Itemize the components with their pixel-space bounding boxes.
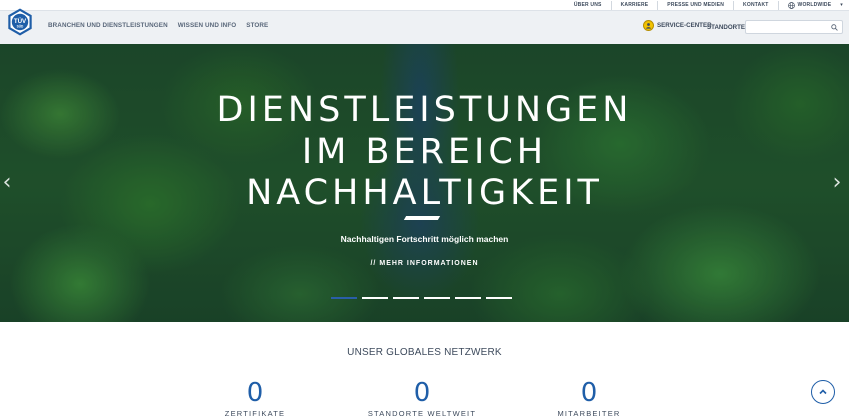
carousel-dot-4[interactable]: [424, 297, 450, 299]
arrow-up-icon: [819, 389, 827, 395]
service-center-link[interactable]: SERVICE-CENTER: [643, 20, 712, 31]
stat-label: STANDORTE WELTWEIT: [367, 409, 477, 418]
search-input[interactable]: [745, 20, 843, 34]
globe-icon: [787, 2, 795, 9]
stat-label: MITARBEITER: [557, 409, 621, 418]
network-section-title: UNSER GLOBALES NETZWERK: [347, 347, 502, 358]
service-center-label: SERVICE-CENTER: [657, 22, 712, 29]
search-icon[interactable]: [831, 24, 838, 31]
hero-carousel: DIENSTLEISTUNGEN IM BEREICH NACHHALTIGKE…: [0, 44, 849, 322]
carousel-dot-1[interactable]: [331, 297, 357, 299]
stat-mitarbeiter: 0 MITARBEITER: [519, 378, 659, 418]
site-header: ÜBER UNS KARRIERE PRESSE UND MEDIEN KONT…: [0, 0, 849, 44]
service-center-icon: [643, 20, 654, 31]
utility-bar: ÜBER UNS KARRIERE PRESSE UND MEDIEN KONT…: [0, 0, 849, 11]
worldwide-selector[interactable]: WORLDWIDE ▾: [777, 1, 849, 10]
nav-wissen[interactable]: WISSEN UND INFO: [178, 22, 237, 29]
carousel-dot-5[interactable]: [455, 297, 481, 299]
carousel-indicators: [331, 297, 512, 299]
stat-zertifikate: 0 ZERTIFIKATE: [185, 378, 325, 418]
logo-subtext: SÜD: [17, 24, 24, 29]
scroll-to-top-button[interactable]: [811, 380, 835, 404]
hero-title-line-3: NACHHALTIGKEIT: [246, 173, 603, 213]
hero-title: DIENSTLEISTUNGEN IM BEREICH NACHHALTIGKE…: [0, 90, 849, 215]
hero-content: DIENSTLEISTUNGEN IM BEREICH NACHHALTIGKE…: [0, 44, 849, 322]
top-link-kontakt[interactable]: KONTAKT: [733, 1, 777, 10]
utility-links: ÜBER UNS KARRIERE PRESSE UND MEDIEN KONT…: [565, 0, 849, 11]
hero-title-line-1: DIENSTLEISTUNGEN: [216, 90, 633, 130]
nav-branchen[interactable]: BRANCHEN UND DIENSTLEISTUNGEN: [48, 22, 168, 29]
hero-title-line-2: IM BEREICH: [301, 131, 548, 172]
top-link-karriere[interactable]: KARRIERE: [610, 1, 658, 10]
chevron-left-icon[interactable]: ‹: [0, 170, 14, 196]
stat-label: ZERTIFIKATE: [224, 409, 286, 418]
standorte-link[interactable]: STANDORTE: [707, 24, 745, 31]
cta-label: MEHR INFORMATIONEN: [379, 260, 479, 267]
top-link-ueber-uns[interactable]: ÜBER UNS: [565, 1, 611, 10]
chevron-down-icon: ▾: [840, 2, 843, 8]
hero-subtitle: Nachhaltigen Fortschritt möglich machen: [340, 234, 509, 244]
worldwide-label: WORLDWIDE: [797, 2, 832, 8]
stat-value: 0: [246, 378, 264, 408]
carousel-dot-3[interactable]: [393, 297, 419, 299]
tuv-logo[interactable]: TÜV SÜD: [6, 8, 34, 36]
stat-standorte: 0 STANDORTE WELTWEIT: [352, 378, 492, 418]
stat-value: 0: [413, 378, 431, 408]
stat-value: 0: [580, 378, 598, 408]
hero-divider: [403, 216, 441, 220]
cta-slash-icon: //: [370, 260, 377, 267]
carousel-dot-2[interactable]: [362, 297, 388, 299]
chevron-right-icon[interactable]: ›: [830, 170, 844, 196]
carousel-dot-6[interactable]: [486, 297, 512, 299]
main-navigation: BRANCHEN UND DIENSTLEISTUNGEN WISSEN UND…: [48, 22, 268, 29]
top-link-presse[interactable]: PRESSE UND MEDIEN: [657, 1, 733, 10]
hero-cta-link[interactable]: //MEHR INFORMATIONEN: [0, 260, 849, 267]
nav-store[interactable]: STORE: [246, 22, 268, 29]
